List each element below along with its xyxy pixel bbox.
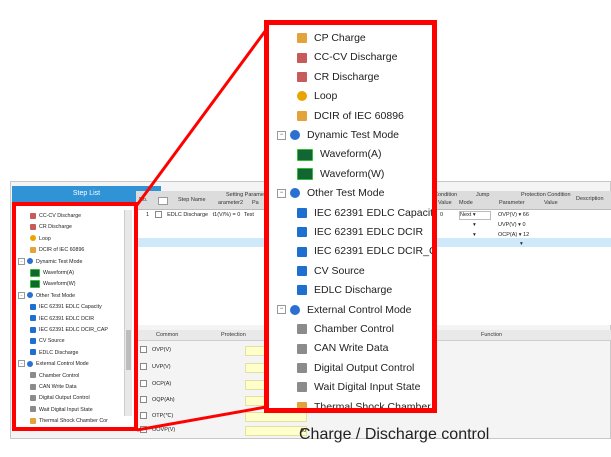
tree-item[interactable]: IEC 62391 EDLC DCIR_CAP bbox=[297, 241, 437, 261]
tree-item[interactable]: Loop bbox=[297, 86, 337, 106]
orange-icon bbox=[297, 110, 307, 121]
tree-item[interactable]: DCIR of IEC 60896 bbox=[297, 106, 404, 126]
tree-item-label: Thermal Shock Chamber Co bbox=[314, 400, 437, 413]
tree-item[interactable]: IEC 62391 EDLC Capacity bbox=[297, 203, 437, 223]
bat-icon bbox=[297, 285, 307, 296]
gray-icon bbox=[297, 363, 307, 374]
tree-item-label: Waveform(W) bbox=[320, 167, 385, 180]
tree-item[interactable]: CAN Write Data bbox=[297, 338, 389, 358]
tree-item[interactable]: Digital Output Control bbox=[297, 358, 414, 378]
tree-item-label: IEC 62391 EDLC DCIR_CAP bbox=[314, 245, 437, 258]
bat-icon bbox=[297, 266, 307, 277]
collapse-icon[interactable]: − bbox=[277, 188, 286, 198]
zoom-callout: CP Charge CC-CV Discharge CR Discharge Loop… bbox=[264, 20, 437, 413]
tree-item-label: CP Charge bbox=[314, 32, 366, 44]
tree-item-label: Dynamic Test Mode bbox=[307, 129, 400, 141]
tree-item[interactable]: CC-CV Discharge bbox=[297, 47, 397, 67]
red-icon bbox=[297, 52, 307, 63]
bat-icon bbox=[297, 227, 307, 238]
collapse-icon[interactable]: − bbox=[277, 130, 286, 140]
tree-group[interactable]: − Other Test Mode bbox=[277, 183, 384, 203]
gear-icon bbox=[290, 130, 300, 141]
gray-icon bbox=[297, 343, 307, 354]
bat-icon bbox=[297, 207, 307, 218]
red-icon bbox=[297, 72, 307, 83]
tree-item-label: Loop bbox=[314, 90, 338, 103]
tree-item-label: Wait Digital Input State bbox=[314, 381, 421, 394]
wave-icon bbox=[297, 168, 313, 181]
tree-item[interactable]: Chamber Control bbox=[297, 319, 394, 339]
tree-item-label: CC-CV Discharge bbox=[314, 51, 398, 64]
tree-item[interactable]: CP Charge bbox=[297, 28, 366, 48]
tree-item-label: CV Source bbox=[314, 264, 365, 277]
gray-icon bbox=[297, 324, 307, 335]
tree-item-label: CR Discharge bbox=[314, 70, 380, 83]
tree-item-label: Digital Output Control bbox=[314, 361, 415, 374]
tree-item-label: DCIR of IEC 60896 bbox=[314, 109, 404, 122]
tree-item-label: Chamber Control bbox=[314, 323, 394, 335]
gray-icon bbox=[297, 382, 307, 393]
orange-icon bbox=[297, 401, 307, 408]
bat-icon bbox=[297, 246, 307, 257]
tree-item-label: EDLC Discharge bbox=[314, 284, 393, 297]
caption: Charge / Discharge control bbox=[299, 426, 490, 443]
tree-item-label: Other Test Mode bbox=[307, 187, 385, 200]
tree-item[interactable]: CR Discharge bbox=[297, 67, 379, 87]
tree-group[interactable]: − External Control Mode bbox=[277, 300, 411, 320]
loop-icon bbox=[297, 91, 307, 102]
collapse-icon[interactable]: − bbox=[277, 305, 286, 315]
gear-icon bbox=[290, 304, 300, 315]
tree-group[interactable]: − Dynamic Test Mode bbox=[277, 125, 399, 145]
orange-icon bbox=[297, 33, 307, 44]
tree-item[interactable]: Thermal Shock Chamber Co bbox=[297, 397, 437, 413]
tree-item-label: External Control Mode bbox=[307, 303, 412, 316]
tree-item-label: IEC 62391 EDLC Capacity bbox=[314, 206, 437, 219]
gear-icon bbox=[290, 188, 300, 199]
tree-item-label: IEC 62391 EDLC DCIR bbox=[314, 226, 424, 238]
tree-item[interactable]: Waveform(W) bbox=[297, 164, 384, 184]
tree-item-label: CAN Write Data bbox=[314, 342, 389, 355]
tree-item[interactable]: IEC 62391 EDLC DCIR bbox=[297, 222, 423, 242]
wave-icon bbox=[297, 148, 313, 161]
tree-item-label: Waveform(A) bbox=[320, 148, 382, 161]
tree-item[interactable]: Wait Digital Input State bbox=[297, 377, 420, 397]
tree-item[interactable]: Waveform(A) bbox=[297, 144, 381, 164]
tree-item[interactable]: CV Source bbox=[297, 261, 365, 281]
tree-item[interactable]: EDLC Discharge bbox=[297, 280, 392, 300]
